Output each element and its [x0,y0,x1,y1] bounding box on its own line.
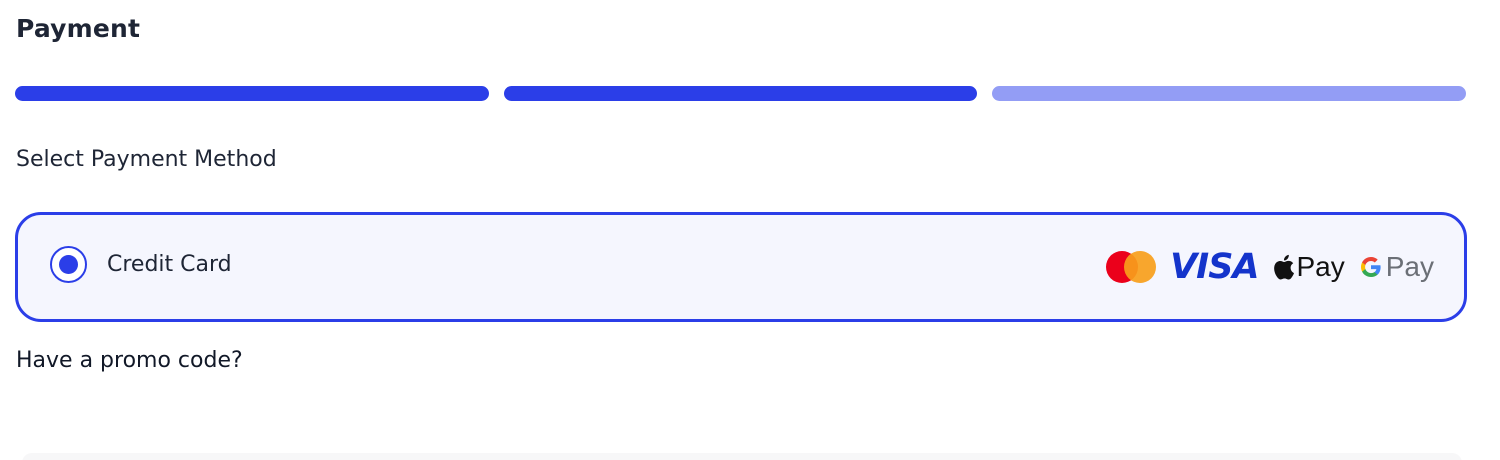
mastercard-icon [1106,251,1157,283]
payment-brand-logos: VISA Pay Pay [1106,245,1434,289]
progress-step-3 [992,86,1467,101]
step-progress-bar [15,86,1467,101]
mastercard-orange-circle [1124,251,1157,283]
promo-code-link[interactable]: Have a promo code? [16,348,243,373]
apple-icon [1273,254,1294,280]
visa-icon: VISA [1170,247,1259,287]
google-pay-text: Pay [1385,251,1434,282]
google-pay-icon: Pay [1359,251,1434,283]
apple-pay-text: Pay [1296,251,1345,282]
progress-step-2 [503,86,978,101]
promo-code-field-top[interactable] [22,453,1462,460]
payment-option-credit-card[interactable]: Credit Card VISA Pay Pay [15,212,1467,322]
google-g-icon [1360,257,1381,277]
apple-pay-icon: Pay [1273,251,1345,283]
progress-step-1 [15,86,489,101]
credit-card-radio[interactable] [50,246,87,283]
payment-option-label: Credit Card [107,252,232,277]
payment-page: Payment Select Payment Method Credit Car… [0,0,1500,460]
section-label: Select Payment Method [16,147,277,172]
page-title: Payment [16,14,141,43]
radio-selected-dot [59,255,78,274]
